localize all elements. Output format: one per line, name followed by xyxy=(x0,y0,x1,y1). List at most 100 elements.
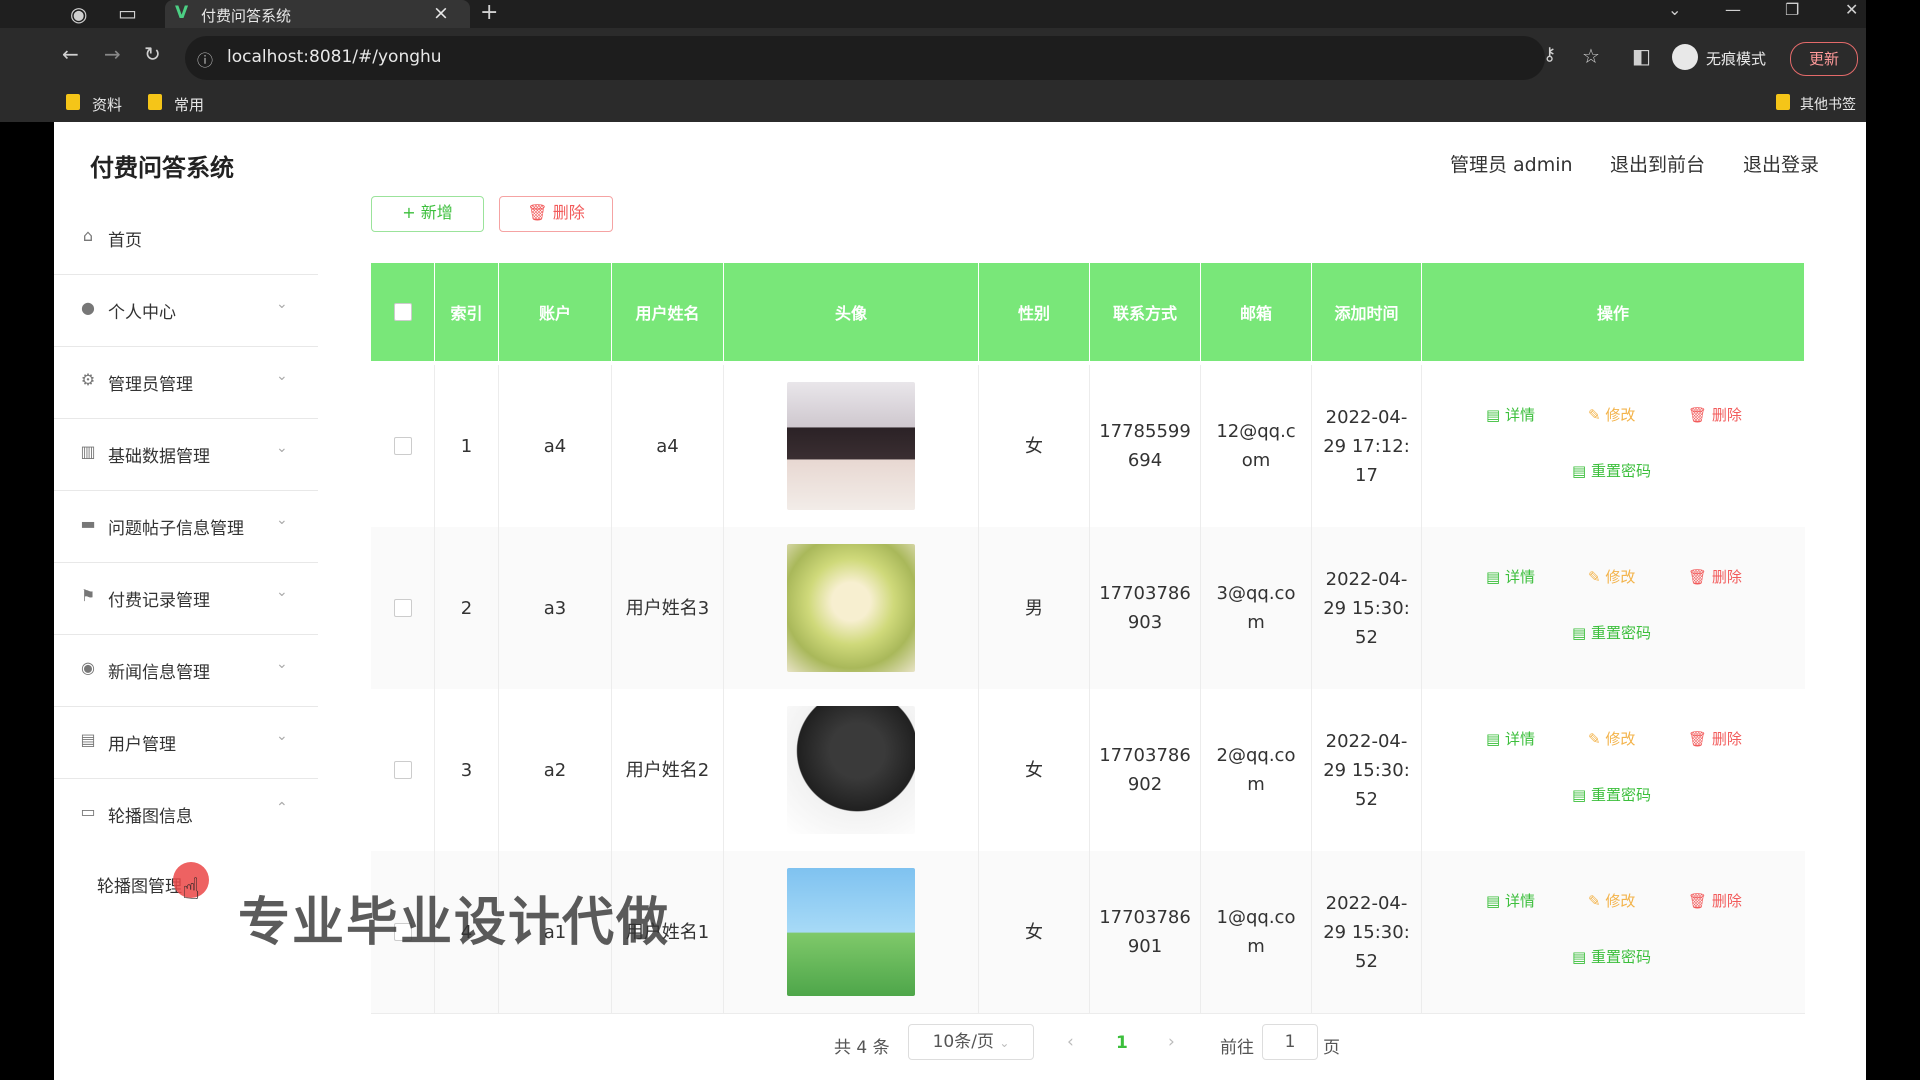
incognito-icon[interactable] xyxy=(1672,44,1698,70)
column-header[interactable]: 性别 xyxy=(979,263,1090,361)
delete-link[interactable]: 🗑 删除 xyxy=(1688,887,1742,916)
column-header[interactable]: 邮箱 xyxy=(1201,263,1312,361)
cell-phone: 17703786 901 xyxy=(1090,851,1201,1013)
bookmark-ziliao[interactable]: 资料 xyxy=(92,94,122,115)
select-all-checkbox[interactable] xyxy=(393,303,412,321)
sidebar-item-label: 用户管理 xyxy=(108,735,176,755)
sidebar-item-7[interactable]: ◉ 新闻信息管理 ⌄ xyxy=(54,634,318,707)
table-row: 1 a4 a4 女 17785599 694 12@qq.c om 2022-04- 29 … xyxy=(371,365,1805,528)
document-icon: ▤ xyxy=(1486,892,1505,910)
submenu-carousel-manage[interactable]: 轮播图管理 xyxy=(97,872,182,897)
close-window-icon[interactable]: ✕ xyxy=(1845,0,1858,19)
detail-link[interactable]: ▤ 详情 xyxy=(1486,887,1535,916)
goto-page-input[interactable]: 1 xyxy=(1262,1024,1318,1060)
delete-link[interactable]: 🗑 删除 xyxy=(1688,725,1742,754)
cell-name: 用户姓名3 xyxy=(612,527,724,689)
window-icon[interactable]: ▭ xyxy=(118,1,137,25)
avatar xyxy=(787,544,915,672)
row-select-cell xyxy=(371,365,435,527)
news-icon: ◉ xyxy=(81,658,95,677)
logout-link[interactable]: 退出登录 xyxy=(1743,150,1819,177)
page-number-1[interactable]: 1 xyxy=(1116,1033,1128,1053)
delete-label: 删除 xyxy=(1711,568,1742,586)
update-button[interactable]: 更新 xyxy=(1790,42,1858,76)
edit-link[interactable]: ✎ 修改 xyxy=(1588,725,1635,754)
row-checkbox[interactable] xyxy=(393,761,412,779)
other-bookmarks[interactable]: 其他书签 xyxy=(1800,94,1856,114)
add-button[interactable]: + 新增 xyxy=(371,196,484,232)
edit-label: 修改 xyxy=(1605,730,1636,748)
delete-link[interactable]: 🗑 删除 xyxy=(1688,563,1742,592)
address-bar[interactable]: ⓘ localhost:8081/#/yonghu ⚷ xyxy=(185,36,1556,80)
cell-account: a2 xyxy=(499,689,612,851)
sidebar-item-9[interactable]: ▭ 轮播图信息 ⌃ xyxy=(54,778,318,850)
chevron-up-icon: ⌃ xyxy=(276,800,288,816)
actions-cell: ▤ 详情 ✎ 修改 🗑 删除 ▤ 重置密码 xyxy=(1422,365,1805,527)
cell-time: 2022-04- 29 15:30: 52 xyxy=(1312,851,1422,1013)
tab-close-icon[interactable]: × xyxy=(433,2,449,24)
to-front-link[interactable]: 退出到前台 xyxy=(1610,150,1705,177)
edit-link[interactable]: ✎ 修改 xyxy=(1588,563,1635,592)
back-icon[interactable]: ← xyxy=(62,42,79,66)
detail-link[interactable]: ▤ 详情 xyxy=(1486,725,1535,754)
chevron-down-icon: ⌄ xyxy=(276,512,288,528)
minimize-icon[interactable]: — xyxy=(1725,0,1741,19)
reset-password-link[interactable]: ▤ 重置密码 xyxy=(1572,943,1651,972)
tab-list-icon[interactable]: ⌄ xyxy=(1668,0,1681,19)
trash-icon: 🗑 xyxy=(1688,892,1712,910)
chevron-down-icon: ⌄ xyxy=(276,440,288,456)
bookmark-star-icon[interactable]: ☆ xyxy=(1582,44,1600,68)
page-size-select[interactable]: 10条/页 ⌄ xyxy=(908,1024,1034,1060)
column-header[interactable]: 添加时间 xyxy=(1312,263,1422,361)
sidebar-item-8[interactable]: ▤ 用户管理 ⌄ xyxy=(54,706,318,779)
browser-icon[interactable]: ◉ xyxy=(70,2,87,26)
edit-link[interactable]: ✎ 修改 xyxy=(1588,401,1635,430)
edit-label: 修改 xyxy=(1605,892,1636,910)
sidebar-item-3[interactable]: ⚙ 管理员管理 ⌄ xyxy=(54,346,318,419)
detail-link[interactable]: ▤ 详情 xyxy=(1486,401,1535,430)
edit-link[interactable]: ✎ 修改 xyxy=(1588,887,1635,916)
reset-password-link[interactable]: ▤ 重置密码 xyxy=(1572,619,1651,648)
detail-link[interactable]: ▤ 详情 xyxy=(1486,563,1535,592)
column-header[interactable]: 账户 xyxy=(499,263,612,361)
delete-link[interactable]: 🗑 删除 xyxy=(1688,401,1742,430)
sidebar-item-label: 管理员管理 xyxy=(108,375,193,395)
column-header[interactable]: 联系方式 xyxy=(1090,263,1201,361)
sidebar-item-1[interactable]: ⌂ 首页 xyxy=(54,202,318,275)
reload-icon[interactable]: ↻ xyxy=(144,42,161,66)
bookmarks-bar: 资料 常用 其他书签 xyxy=(0,86,1866,122)
site-info-icon[interactable]: ⓘ xyxy=(197,47,213,71)
folder-icon xyxy=(66,94,80,110)
key-icon[interactable]: ⚷ xyxy=(1543,44,1556,65)
reset-password-link[interactable]: ▤ 重置密码 xyxy=(1572,781,1651,810)
cell-email: 1@qq.co m xyxy=(1201,851,1312,1013)
reset-password-link[interactable]: ▤ 重置密码 xyxy=(1572,457,1651,486)
app-title: 付费问答系统 xyxy=(90,154,234,182)
column-header[interactable]: 索引 xyxy=(435,263,499,361)
next-page-icon[interactable]: › xyxy=(1168,1032,1175,1052)
forward-icon[interactable]: → xyxy=(104,42,121,66)
bookmark-changyong[interactable]: 常用 xyxy=(174,94,204,115)
monitor-icon: ▬ xyxy=(80,514,96,533)
prev-page-icon[interactable]: ‹ xyxy=(1067,1032,1074,1052)
column-header[interactable]: 头像 xyxy=(724,263,979,361)
pencil-icon: ✎ xyxy=(1588,568,1606,586)
sidebar-item-5[interactable]: ▬ 问题帖子信息管理 ⌄ xyxy=(54,490,318,563)
column-header[interactable]: 用户姓名 xyxy=(612,263,724,361)
delete-button[interactable]: 🗑 删除 xyxy=(499,196,613,232)
sidepanel-icon[interactable]: ◧ xyxy=(1632,44,1651,68)
row-checkbox[interactable] xyxy=(393,599,412,617)
row-checkbox[interactable] xyxy=(393,437,412,455)
sidebar-item-label: 问题帖子信息管理 xyxy=(108,519,244,539)
sidebar-item-2[interactable]: ● 个人中心 ⌄ xyxy=(54,274,318,347)
avatar xyxy=(787,868,915,996)
sidebar-item-4[interactable]: ▥ 基础数据管理 ⌄ xyxy=(54,418,318,491)
chevron-down-icon: ⌄ xyxy=(276,296,288,312)
chevron-down-icon: ⌄ xyxy=(999,1036,1010,1050)
new-tab-button[interactable]: + xyxy=(480,0,498,25)
column-header[interactable]: 操作 xyxy=(1422,263,1805,361)
restore-icon[interactable]: ❐ xyxy=(1785,0,1799,19)
active-tab[interactable]: V 付费问答系统 × xyxy=(165,0,470,28)
sidebar-item-6[interactable]: ⚑ 付费记录管理 ⌄ xyxy=(54,562,318,635)
cell-gender: 女 xyxy=(979,851,1090,1013)
